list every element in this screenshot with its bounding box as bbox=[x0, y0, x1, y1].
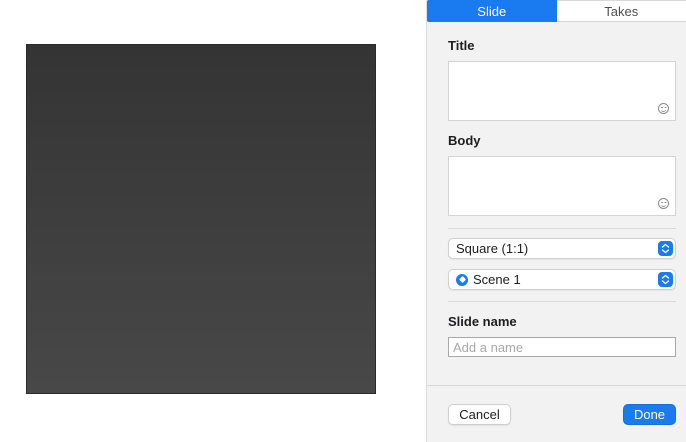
divider bbox=[448, 228, 676, 229]
scene-value: Scene 1 bbox=[473, 272, 521, 287]
tab-takes[interactable]: Takes bbox=[556, 0, 686, 22]
body-label: Body bbox=[448, 133, 481, 148]
tab-slide[interactable]: Slide bbox=[427, 0, 557, 22]
slide-name-label: Slide name bbox=[448, 314, 517, 329]
slide-preview[interactable] bbox=[26, 44, 376, 394]
slide-name-input[interactable] bbox=[448, 337, 676, 357]
title-label: Title bbox=[448, 38, 475, 53]
up-down-chevron-icon bbox=[658, 272, 673, 287]
inspector-panel: Slide Takes Title Body Square (1:1) Scen… bbox=[426, 0, 686, 442]
canvas-area bbox=[0, 0, 426, 442]
aspect-ratio-value: Square (1:1) bbox=[456, 241, 529, 256]
up-down-chevron-icon bbox=[658, 241, 673, 256]
scene-diamond-icon bbox=[456, 273, 468, 286]
body-textbox[interactable] bbox=[448, 156, 676, 216]
done-button[interactable]: Done bbox=[623, 404, 676, 425]
footer-divider bbox=[427, 385, 686, 386]
scene-popup[interactable]: Scene 1 bbox=[448, 269, 676, 290]
title-textbox[interactable] bbox=[448, 61, 676, 121]
smiley-face-icon[interactable] bbox=[658, 103, 669, 114]
aspect-ratio-popup[interactable]: Square (1:1) bbox=[448, 238, 676, 259]
divider bbox=[448, 301, 676, 302]
smiley-face-icon[interactable] bbox=[658, 198, 669, 209]
inspector-tabs: Slide Takes bbox=[427, 0, 686, 22]
cancel-button[interactable]: Cancel bbox=[448, 404, 511, 425]
